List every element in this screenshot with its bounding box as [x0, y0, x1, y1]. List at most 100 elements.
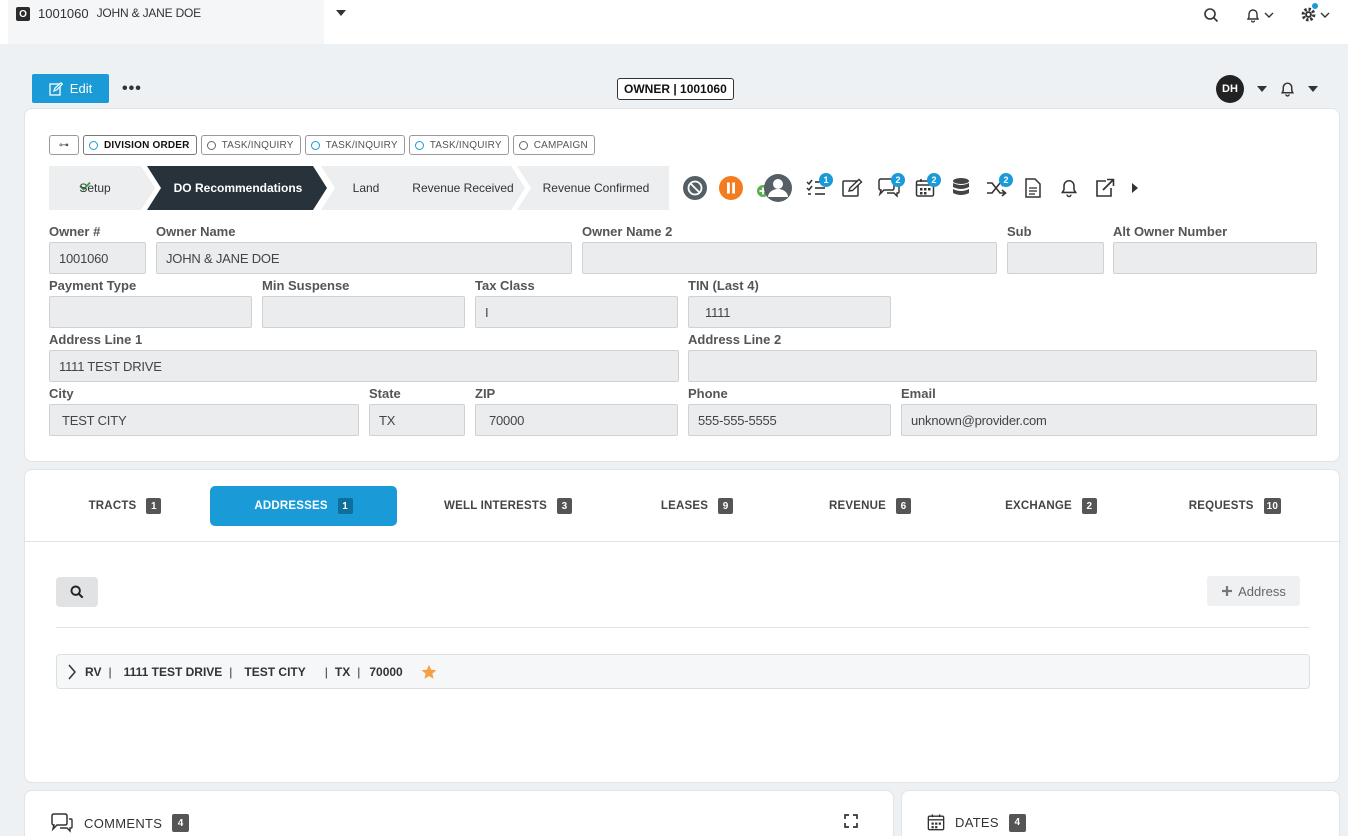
- owner-name-input[interactable]: JOHN & JANE DOE: [156, 242, 572, 274]
- alt-owner-number-field: Alt Owner Number: [1113, 224, 1317, 274]
- payment-type-input[interactable]: [49, 296, 252, 328]
- edit-icon: [49, 81, 63, 96]
- tab-record-number: 1001060: [38, 6, 89, 21]
- tab-count-badge: 1: [146, 498, 162, 514]
- tag-task-inquiry[interactable]: TASK/INQUIRY: [408, 135, 509, 155]
- record-tab[interactable]: O 1001060 JOHN & JANE DOE: [8, 0, 324, 44]
- address-zip: 70000: [369, 664, 403, 679]
- tag-campaign[interactable]: CAMPAIGN: [512, 135, 595, 155]
- tin-input[interactable]: 1111: [688, 296, 891, 328]
- owner-number-input[interactable]: 1001060: [49, 242, 146, 274]
- sub-input[interactable]: [1007, 242, 1104, 274]
- edit-button-label: Edit: [69, 81, 93, 96]
- plus-icon: [1222, 586, 1233, 596]
- bell-dropdown-icon[interactable]: [1308, 86, 1318, 92]
- workflow-menu-icon[interactable]: ⊶: [49, 135, 79, 155]
- comments-section-title: COMMENTS 4: [50, 813, 190, 833]
- min-suspense-input[interactable]: [262, 296, 465, 328]
- calendar-icon: [927, 814, 945, 831]
- tag-status-circle-icon: [89, 140, 98, 150]
- pause-icon[interactable]: [713, 173, 749, 203]
- related-tabs: TRACTS 1 ADDRESSES 1 WELL INTERESTS 3 LEASE…: [25, 470, 1341, 542]
- database-icon[interactable]: [943, 173, 979, 203]
- workflow-tags: ⊶ DIVISION ORDER TASK/INQUIRY TASK/INQUI…: [49, 135, 595, 155]
- zip-input[interactable]: 70000: [475, 404, 678, 436]
- address-line-2-field: Address Line 2: [688, 332, 1317, 382]
- tab-dropdown-icon[interactable]: [336, 10, 346, 16]
- tag-status-circle-icon: [414, 140, 424, 150]
- search-icon[interactable]: [1203, 7, 1219, 23]
- add-user-icon[interactable]: [749, 173, 799, 203]
- phone-input[interactable]: 555-555-5555: [688, 404, 891, 436]
- owner-record-badge: OWNER | 1001060: [617, 78, 734, 100]
- user-avatar[interactable]: DH: [1216, 75, 1244, 103]
- divider: [56, 627, 1310, 628]
- tab-well-interests[interactable]: WELL INTERESTS 3: [433, 486, 583, 526]
- address-search-button[interactable]: [56, 577, 98, 607]
- expand-icon[interactable]: [844, 814, 858, 828]
- address-line-1-field: Address Line 1 1111 TEST DRIVE: [49, 332, 679, 382]
- tab-exchange[interactable]: EXCHANGE 2: [991, 486, 1111, 526]
- add-address-button[interactable]: Address: [1207, 576, 1300, 606]
- tab-count-badge: 1: [337, 498, 353, 514]
- tab-leases[interactable]: LEASES 9: [645, 486, 749, 526]
- tab-tracts[interactable]: TRACTS 1: [75, 486, 175, 526]
- stage-do-recommendations[interactable]: DO Recommendations: [147, 166, 327, 210]
- address-street: 1111 TEST DRIVE: [123, 664, 223, 679]
- document-icon[interactable]: [1015, 173, 1051, 203]
- workflow-stages: Setup DO Recommendations Land Revenue Re…: [49, 166, 669, 210]
- calendar-icon[interactable]: 2: [907, 173, 943, 203]
- cancel-icon[interactable]: [677, 173, 713, 203]
- tag-division-order[interactable]: DIVISION ORDER: [83, 135, 197, 155]
- city-input[interactable]: TEST CITY: [49, 404, 359, 436]
- tag-task-inquiry[interactable]: TASK/INQUIRY: [200, 135, 301, 155]
- address-row[interactable]: RV | 1111 TEST DRIVE | TEST CITY | TX | …: [56, 654, 1310, 689]
- edit-note-icon[interactable]: [835, 173, 871, 203]
- owner-record-icon: O: [16, 7, 30, 21]
- tasks-badge: 1: [819, 173, 833, 187]
- tab-count-badge: 6: [896, 498, 911, 514]
- star-icon[interactable]: [421, 664, 437, 680]
- address-line-1-input[interactable]: 1111 TEST DRIVE: [49, 350, 679, 382]
- dates-count-badge: 4: [1008, 813, 1026, 832]
- comments-count-badge: 4: [172, 814, 190, 832]
- tag-status-circle-icon: [518, 140, 528, 150]
- tab-addresses[interactable]: ADDRESSES 1: [210, 486, 397, 526]
- state-input[interactable]: TX: [369, 404, 465, 436]
- settings-gear-icon[interactable]: [1300, 3, 1330, 23]
- avatar-dropdown-icon[interactable]: [1257, 86, 1267, 92]
- more-options-icon[interactable]: •••: [122, 80, 142, 98]
- tax-class-input[interactable]: I: [475, 296, 678, 328]
- edit-button[interactable]: Edit: [32, 74, 109, 103]
- tab-requests[interactable]: REQUESTS 10: [1175, 486, 1295, 526]
- owner-detail-card: ⊶ DIVISION ORDER TASK/INQUIRY TASK/INQUI…: [24, 108, 1340, 462]
- address-type: RV: [85, 664, 102, 679]
- chevron-right-icon[interactable]: [1123, 173, 1147, 203]
- comments-icon[interactable]: 2: [871, 173, 907, 203]
- stage-revenue-received[interactable]: Revenue Received: [395, 166, 525, 210]
- tab-count-badge: 10: [1263, 498, 1282, 514]
- shuffle-icon[interactable]: 2: [979, 173, 1015, 203]
- stage-revenue-confirmed[interactable]: Revenue Confirmed: [517, 166, 669, 210]
- settings-dot-indicator: [1312, 3, 1318, 9]
- stage-setup[interactable]: Setup: [49, 166, 155, 210]
- tasks-list-icon[interactable]: 1: [799, 173, 835, 203]
- owner-name-2-input[interactable]: [582, 242, 997, 274]
- tag-task-inquiry[interactable]: TASK/INQUIRY: [304, 135, 405, 155]
- tab-revenue[interactable]: REVENUE 6: [815, 486, 925, 526]
- alert-bell-icon[interactable]: [1051, 173, 1087, 203]
- tab-count-badge: 3: [556, 498, 572, 514]
- address-line-2-input[interactable]: [688, 350, 1317, 382]
- chevron-right-icon[interactable]: [67, 664, 77, 680]
- record-bell-icon[interactable]: [1279, 80, 1296, 102]
- external-link-icon[interactable]: [1087, 173, 1123, 203]
- shuffle-badge: 2: [999, 173, 1013, 187]
- tab-count-badge: 2: [1081, 498, 1097, 514]
- alt-owner-number-input[interactable]: [1113, 242, 1317, 274]
- calendar-badge: 2: [927, 173, 941, 187]
- email-input[interactable]: unknown@provider.com: [901, 404, 1317, 436]
- phone-field: Phone 555-555-5555: [688, 386, 891, 436]
- zip-field: ZIP 70000: [475, 386, 678, 436]
- notifications-bell-icon[interactable]: [1245, 7, 1274, 23]
- owner-name-2-field: Owner Name 2: [582, 224, 997, 274]
